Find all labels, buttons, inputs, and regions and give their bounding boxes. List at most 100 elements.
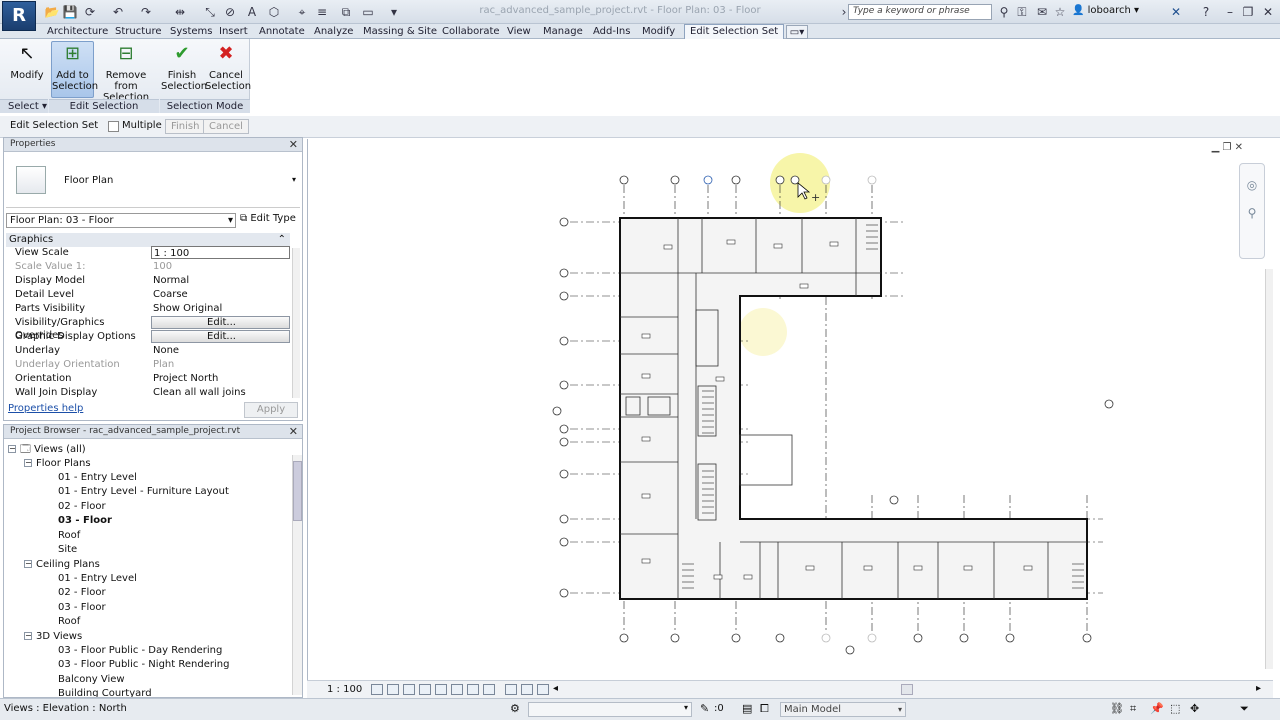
close-icon[interactable]: ✕ bbox=[1260, 4, 1276, 20]
favorites-star-icon[interactable]: ☆ bbox=[1052, 4, 1068, 20]
measure-icon[interactable]: ⇹ bbox=[172, 4, 188, 20]
view-scale-field[interactable]: 1 : 100 bbox=[151, 246, 290, 259]
gdo-edit-button[interactable]: Edit... bbox=[151, 330, 290, 343]
tab-analyze[interactable]: Analyze bbox=[314, 25, 353, 39]
edit-type-button[interactable]: ⧉ Edit Type bbox=[240, 213, 296, 224]
tree-item[interactable]: 01 - Entry Level - Furniture Layout bbox=[58, 485, 229, 499]
select-panel-dropdown[interactable]: Select ▾ bbox=[0, 99, 48, 113]
workset-dropdown[interactable]: ▾ bbox=[528, 702, 692, 717]
visual-style-icon[interactable] bbox=[387, 684, 399, 695]
tab-add-ins[interactable]: Add-Ins bbox=[593, 25, 630, 39]
instance-filter-select[interactable]: Floor Plan: 03 - Floor ▾ bbox=[6, 213, 236, 228]
modify-button[interactable]: ↖ Modify bbox=[6, 42, 48, 81]
browser-scroll-thumb[interactable] bbox=[293, 461, 302, 521]
communication-icon[interactable]: ✉ bbox=[1034, 4, 1050, 20]
tree-ceiling-plans[interactable]: − Ceiling Plans bbox=[24, 558, 100, 572]
sync-icon[interactable]: ⟳ bbox=[82, 4, 98, 20]
tree-item[interactable]: 03 - Floor bbox=[58, 601, 106, 615]
tab-insert[interactable]: Insert bbox=[219, 25, 248, 39]
tree-item[interactable]: Roof bbox=[58, 529, 80, 543]
tab-architecture[interactable]: Architecture bbox=[47, 25, 108, 39]
tab-manage[interactable]: Manage bbox=[543, 25, 583, 39]
undo-icon[interactable]: ↶ bbox=[110, 4, 126, 20]
temporary-hide-icon[interactable] bbox=[467, 684, 479, 695]
select-by-face-icon[interactable]: ⬚ bbox=[1170, 702, 1180, 715]
prop-row-detail-level[interactable]: Detail Level Coarse bbox=[10, 288, 290, 302]
close-hidden-icon[interactable]: ⧉ bbox=[338, 4, 354, 20]
application-menu-button[interactable]: R bbox=[2, 1, 36, 31]
prop-row-display-model[interactable]: Display Model Normal bbox=[10, 274, 290, 288]
vg-edit-button[interactable]: Edit... bbox=[151, 316, 290, 329]
binoculars-icon[interactable]: ⚲ bbox=[996, 4, 1012, 20]
help-search-input[interactable]: Type a keyword or phrase bbox=[848, 4, 992, 20]
tree-item[interactable]: Balcony View bbox=[58, 673, 125, 687]
graphics-section-header[interactable]: Graphics ⌃ bbox=[6, 233, 290, 247]
switch-windows-icon[interactable]: ▭ bbox=[360, 4, 376, 20]
tree-floor-plans[interactable]: − Floor Plans bbox=[24, 457, 91, 471]
user-account[interactable]: 👤 loboarch ▾ bbox=[1072, 5, 1139, 16]
apply-button[interactable]: Apply bbox=[244, 402, 298, 418]
editing-requests-icon[interactable]: ✎ bbox=[700, 702, 709, 715]
floor-plan-drawing[interactable]: + bbox=[308, 139, 1274, 680]
remove-from-selection-button[interactable]: ⊟ Remove from Selection bbox=[96, 42, 156, 103]
tab-massing-site[interactable]: Massing & Site bbox=[363, 25, 437, 39]
tree-views-all[interactable]: − 🗔 Views (all) bbox=[8, 443, 86, 457]
redo-icon[interactable]: ↷ bbox=[138, 4, 154, 20]
tab-annotate[interactable]: Annotate bbox=[259, 25, 305, 39]
worksets-icon[interactable]: ⚙ bbox=[510, 702, 520, 715]
browser-scrollbar[interactable] bbox=[292, 455, 302, 695]
tree-item[interactable]: Site bbox=[58, 543, 77, 557]
collapse-icon[interactable]: − bbox=[24, 632, 32, 640]
highlight-displacement-icon[interactable] bbox=[537, 684, 549, 695]
text-icon[interactable]: A bbox=[244, 4, 260, 20]
prop-row-underlay[interactable]: Underlay None bbox=[10, 344, 290, 358]
properties-scrollbar[interactable] bbox=[292, 248, 300, 398]
collapse-icon[interactable]: − bbox=[24, 459, 32, 467]
view-scale-button[interactable]: 1 : 100 bbox=[327, 684, 362, 695]
options-cancel-button[interactable]: Cancel bbox=[203, 119, 249, 134]
filter-icon[interactable]: ⏷ bbox=[1240, 702, 1249, 716]
exchange-apps-icon[interactable]: ✕ bbox=[1168, 4, 1184, 20]
collapse-icon[interactable]: − bbox=[8, 445, 16, 453]
browser-close-icon[interactable]: ✕ bbox=[289, 425, 298, 438]
properties-close-icon[interactable]: ✕ bbox=[289, 138, 298, 151]
tree-item[interactable]: 03 - Floor Public - Night Rendering bbox=[58, 658, 229, 672]
tab-edit-selection-set[interactable]: Edit Selection Set bbox=[684, 24, 785, 39]
design-option-dropdown[interactable]: Main Model ▾ bbox=[780, 702, 906, 717]
reveal-hidden-icon[interactable] bbox=[483, 684, 495, 695]
tree-item[interactable]: Roof bbox=[58, 615, 80, 629]
select-links-icon[interactable]: ⛓ bbox=[1110, 702, 1124, 715]
open-icon[interactable]: 📂 bbox=[44, 4, 60, 20]
section-icon[interactable]: ⌖ bbox=[294, 4, 310, 20]
detail-level-icon[interactable] bbox=[371, 684, 383, 695]
tab-collaborate[interactable]: Collaborate bbox=[442, 25, 500, 39]
analytical-model-icon[interactable] bbox=[521, 684, 533, 695]
tree-item[interactable]: 01 - Entry Level bbox=[58, 572, 137, 586]
tree-item-active[interactable]: 03 - Floor bbox=[58, 514, 112, 528]
collapse-icon[interactable]: − bbox=[24, 560, 32, 568]
options-finish-button[interactable]: Finish bbox=[165, 119, 206, 134]
tree-item[interactable]: 02 - Floor bbox=[58, 586, 106, 600]
finish-selection-button[interactable]: ✔ Finish Selection bbox=[161, 42, 207, 92]
tab-modify[interactable]: Modify bbox=[642, 25, 675, 39]
thin-lines-icon[interactable]: ≡ bbox=[314, 4, 330, 20]
design-options-icon[interactable]: ▤ bbox=[742, 702, 752, 715]
type-selector[interactable]: Floor Plan ▾ bbox=[6, 154, 300, 208]
design-options-toggle-icon[interactable]: ⧠ bbox=[760, 702, 769, 716]
tree-3d-views[interactable]: −3D Views bbox=[24, 630, 82, 644]
multiple-checkbox[interactable] bbox=[108, 121, 119, 132]
scroll-left-icon[interactable]: ◂ bbox=[553, 683, 558, 694]
select-pinned-icon[interactable]: 📌 bbox=[1150, 702, 1164, 715]
save-icon[interactable]: 💾 bbox=[62, 4, 78, 20]
crop-view-icon[interactable] bbox=[435, 684, 447, 695]
3d-view-icon[interactable]: ⬡ bbox=[266, 4, 282, 20]
drawing-area[interactable]: ▁ ❐ ✕ ◎ ⚲ + bbox=[307, 139, 1273, 680]
ribbon-minimize-icon[interactable]: ▭▾ bbox=[786, 25, 808, 39]
prop-row-wall-join[interactable]: Wall Join Display Clean all wall joins bbox=[10, 386, 290, 398]
scroll-right-icon[interactable]: ▸ bbox=[1256, 683, 1261, 694]
tab-structure[interactable]: Structure bbox=[115, 25, 162, 39]
subscription-icon[interactable]: ⚿ bbox=[1014, 4, 1030, 20]
tab-view[interactable]: View bbox=[507, 25, 531, 39]
tag-icon[interactable]: ⊘ bbox=[222, 4, 238, 20]
tree-item[interactable]: Building Courtyard bbox=[58, 687, 152, 697]
